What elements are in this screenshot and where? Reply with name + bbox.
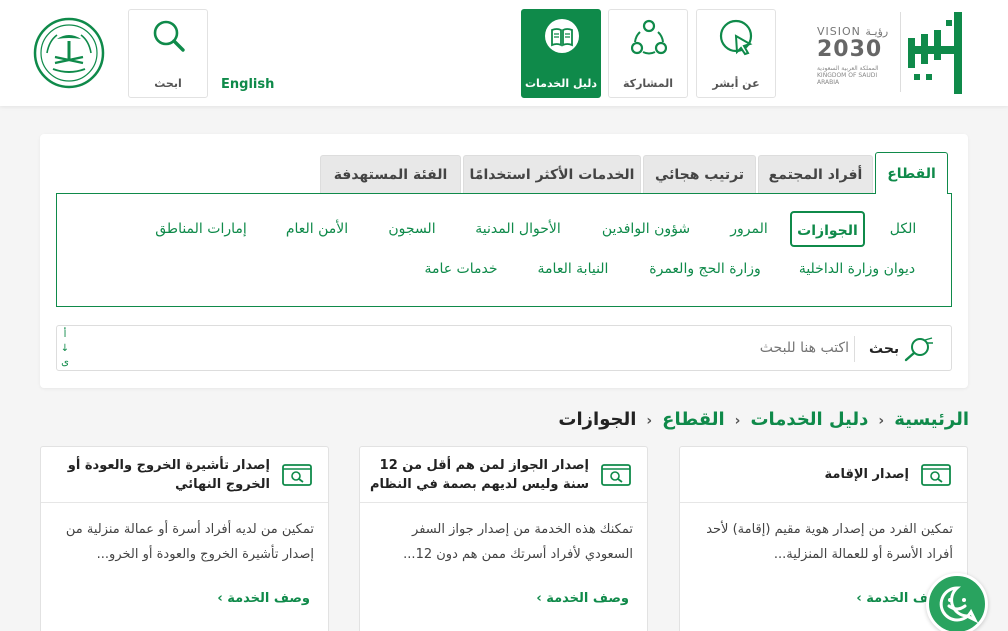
service-description: تمكين الفرد من إصدار هوية مقيم (إقامة) ل… (706, 522, 953, 562)
sector-regional-emirates[interactable]: إمارات المناطق (141, 211, 261, 247)
service-title[interactable]: إصدار الإقامة (689, 465, 909, 484)
language-switch-link[interactable]: English (221, 77, 274, 92)
service-description: تمكنك هذه الخدمة من إصدار جواز السفر الس… (403, 522, 633, 562)
sector-all[interactable]: الكل (883, 211, 923, 247)
cursor-click-icon (719, 19, 753, 56)
service-details-link[interactable]: وصف الخدمة › (217, 591, 310, 606)
service-search-bar: بحث أ ↓ ی (56, 325, 952, 371)
search-icon (153, 20, 185, 52)
book-icon (545, 19, 579, 53)
sector-expatriates[interactable]: شؤون الوافدين (591, 211, 701, 247)
service-card-header: إصدار تأشيرة الخروج والعودة أو الخروج ال… (41, 447, 328, 503)
search-input[interactable] (81, 334, 849, 362)
monitor-search-icon (282, 464, 312, 486)
tab-alphabetical[interactable]: ترتيب هجائي (643, 155, 756, 193)
header-divider (900, 12, 901, 92)
breadcrumb-home[interactable]: الرئيسية (894, 409, 969, 430)
sector-hajj-umrah[interactable]: وزارة الحج والعمرة (639, 251, 771, 287)
nav-search[interactable]: ابحث (128, 9, 208, 98)
alpha-sort-toggle[interactable]: أ ↓ ی (59, 328, 71, 370)
nav-about-absher[interactable]: عن أبشر (696, 9, 776, 98)
breadcrumb-guide[interactable]: دليل الخدمات (750, 409, 868, 430)
sector-prisons[interactable]: السجون (379, 211, 445, 247)
tab-most-used[interactable]: الخدمات الأكثر استخدامًا (463, 155, 641, 193)
nav-participation[interactable]: المشاركة (608, 9, 688, 98)
share-network-icon (631, 19, 667, 55)
ministry-emblem-icon (33, 17, 105, 89)
vision-2030-logo: VISION رؤيـة 2030 المملكة العربية السعود… (813, 25, 895, 86)
service-title[interactable]: إصدار تأشيرة الخروج والعودة أو الخروج ال… (50, 456, 270, 494)
chevron-left-icon: ‹ (734, 413, 741, 429)
chat-assistant-button[interactable] (926, 573, 988, 631)
sector-public-security[interactable]: الأمن العام (275, 211, 359, 247)
sector-passports[interactable]: الجوازات (790, 211, 865, 247)
sector-public-prosecution[interactable]: النيابة العامة (523, 251, 623, 287)
sector-civil-affairs[interactable]: الأحوال المدنية (462, 211, 574, 247)
service-details-link[interactable]: وصف الخدمة › (536, 591, 629, 606)
sector-moi-diwan[interactable]: ديوان وزارة الداخلية (787, 251, 927, 287)
vision-line2: 2030 (817, 37, 883, 62)
sector-general-services[interactable]: خدمات عامة (413, 251, 509, 287)
chat-bot-icon (939, 586, 979, 624)
breadcrumb: الرئيسية ‹ دليل الخدمات ‹ القطاع ‹ الجوازات (558, 409, 969, 435)
tab-sector[interactable]: القطاع (875, 152, 948, 194)
tab-community-members[interactable]: أفراد المجتمع (758, 155, 873, 193)
nav-services-guide[interactable]: دليل الخدمات (521, 9, 601, 98)
vision-line3: المملكة العربية السعودية KINGDOM OF SAUD… (817, 65, 879, 86)
service-title[interactable]: إصدار الجواز لمن هم أقل من 12 سنة وليس ل… (369, 456, 589, 494)
sort-arrow-icon: ↓ (60, 343, 70, 354)
service-card[interactable]: إصدار الجواز لمن هم أقل من 12 سنة وليس ل… (359, 446, 648, 631)
service-card-header: إصدار الإقامة (680, 447, 967, 503)
sector-traffic[interactable]: المرور (719, 211, 779, 247)
service-description: تمكين من لديه أفراد أسرة أو عمالة منزلية… (65, 522, 314, 562)
breadcrumb-sector[interactable]: القطاع (662, 409, 724, 430)
service-card-header: إصدار الجواز لمن هم أقل من 12 سنة وليس ل… (360, 447, 647, 503)
monitor-search-icon (601, 464, 631, 486)
breadcrumb-current: الجوازات (558, 409, 637, 430)
service-card[interactable]: إصدار تأشيرة الخروج والعودة أو الخروج ال… (40, 446, 329, 631)
search-divider (854, 336, 855, 362)
site-header: VISION رؤيـة 2030 المملكة العربية السعود… (0, 0, 1008, 106)
chevron-left-icon: ‹ (646, 413, 653, 429)
sort-glyph-top: أ (63, 329, 67, 340)
absher-logo[interactable] (902, 8, 968, 98)
nav-label: عن أبشر (712, 77, 760, 90)
nav-label: ابحث (154, 77, 182, 90)
chevron-left-icon: ‹ (878, 413, 885, 429)
service-card[interactable]: إصدار الإقامة تمكين الفرد من إصدار هوية … (679, 446, 968, 631)
tab-target-group[interactable]: الفئة المستهدفة (320, 155, 461, 193)
sector-filter-panel: الكل الجوازات المرور شؤون الوافدين الأحو… (56, 193, 952, 307)
search-label: بحث (869, 341, 900, 357)
monitor-search-icon (921, 464, 951, 486)
nav-label: المشاركة (623, 77, 673, 90)
nav-label: دليل الخدمات (524, 77, 598, 90)
search-icon (904, 337, 933, 362)
sort-glyph-bottom: ی (61, 357, 69, 368)
